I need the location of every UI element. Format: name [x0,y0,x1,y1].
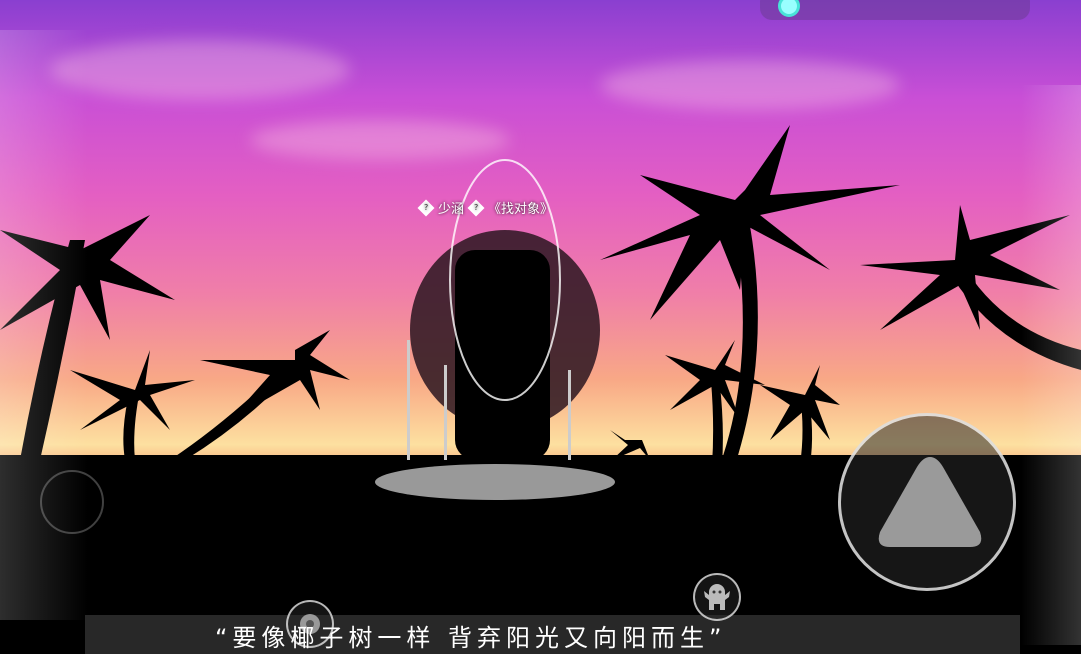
player-name: 少涵 [438,202,465,217]
caption-text: “要像椰子树一样 背弃阳光又向阳而生” [215,624,727,652]
move-joystick[interactable] [40,470,104,534]
ghost-icon [704,584,730,610]
candle-icon [778,0,800,17]
ghost-emote-button[interactable] [693,573,741,621]
up-arrow-icon [878,457,982,547]
friend-badge-icon: ? [467,199,485,216]
top-status-bar[interactable] [760,0,1030,20]
player-nametag[interactable]: ? 少涵 ? 《找对象》 [417,198,554,217]
right-panel-overlay [1021,85,1081,645]
friend-badge-icon: ? [417,199,435,216]
jump-button[interactable] [838,413,1016,591]
player-title: 《找对象》 [488,202,554,217]
